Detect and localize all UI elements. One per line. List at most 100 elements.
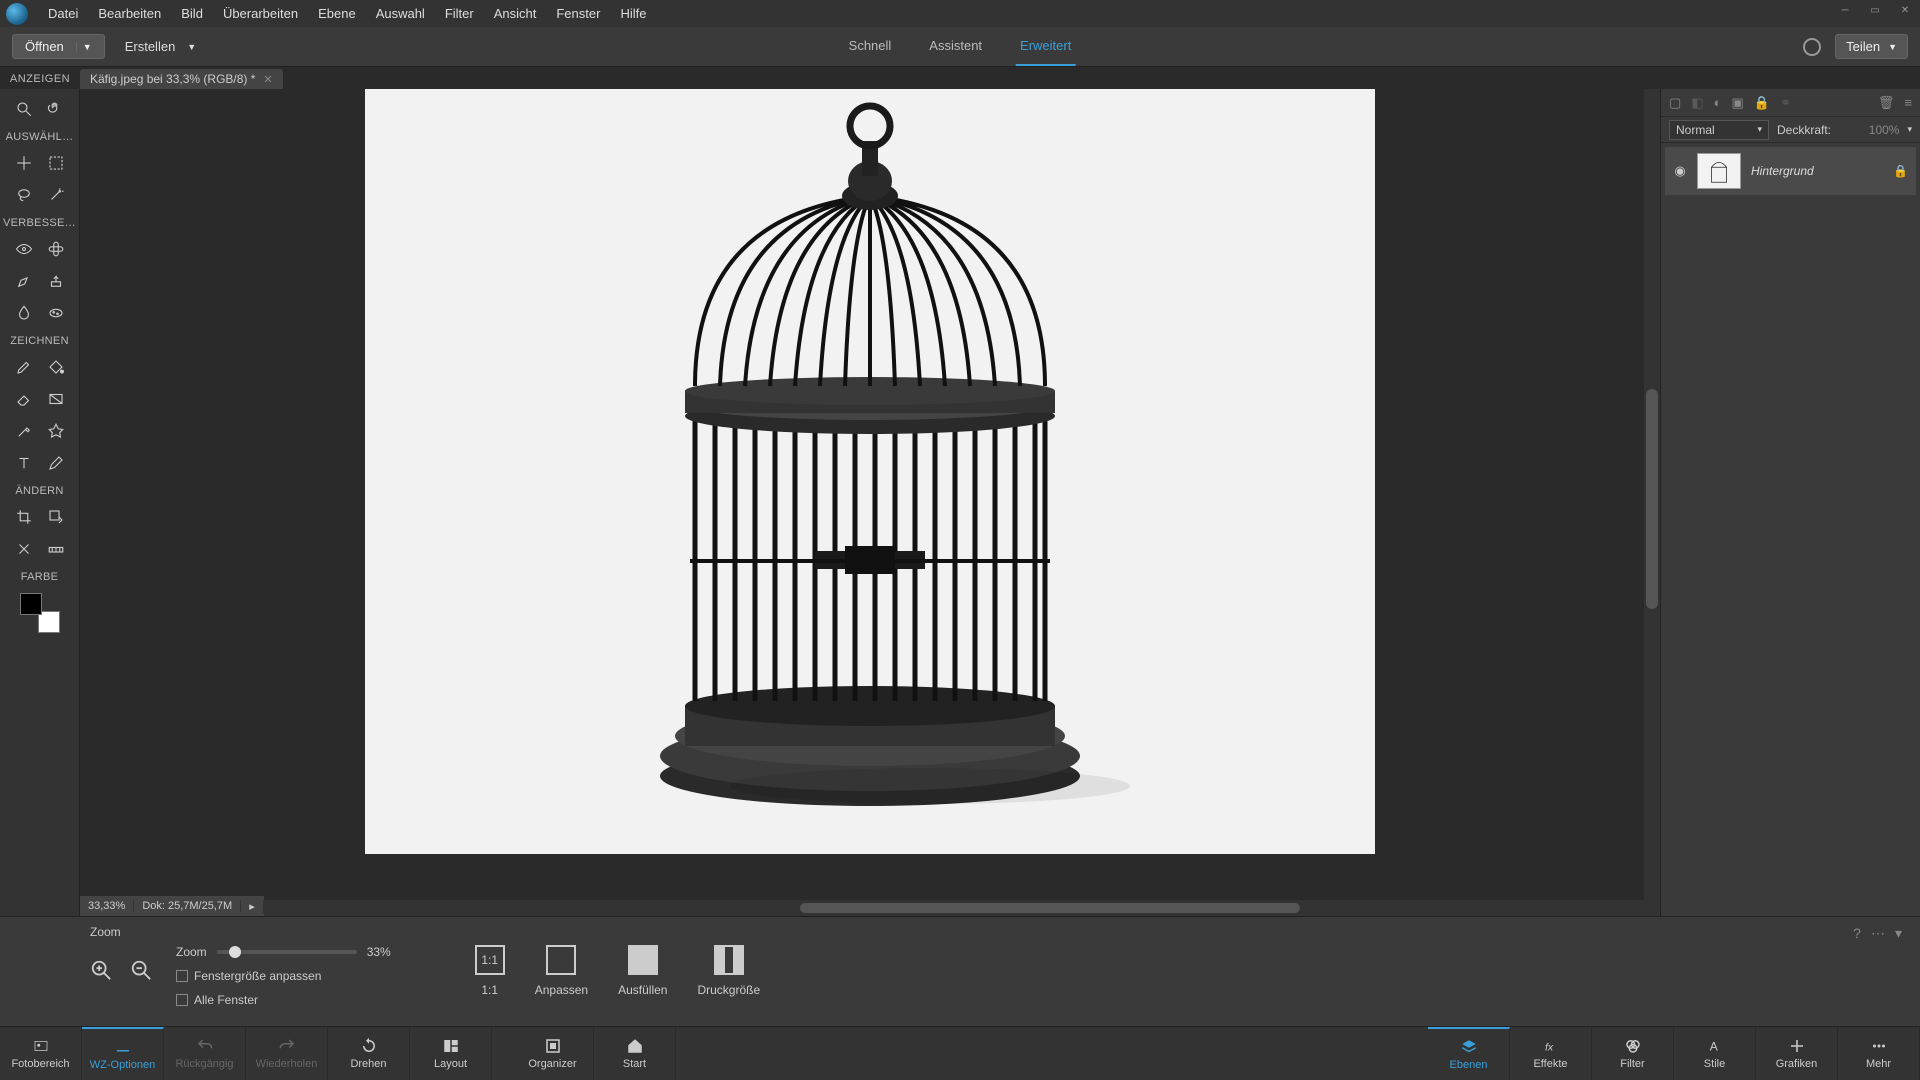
layout-button[interactable]: Layout (410, 1027, 492, 1080)
opacity-dropdown-icon[interactable]: ▾ (1907, 124, 1912, 135)
zoom-fit-button[interactable]: Anpassen (535, 945, 588, 997)
zoom-in-icon[interactable] (90, 959, 112, 981)
zoom-fill-button[interactable]: Ausfüllen (618, 945, 667, 997)
zoom-1to1-button[interactable]: 1:11:1 (475, 945, 505, 997)
zoom-slider-knob[interactable] (229, 946, 241, 958)
rotate-button[interactable]: Drehen (328, 1027, 410, 1080)
help-icon[interactable]: ? (1853, 925, 1861, 942)
theme-toggle-icon[interactable] (1803, 38, 1821, 56)
zoom-slider-label: Zoom (176, 945, 207, 959)
photo-bin-button[interactable]: Fotobereich (0, 1027, 82, 1080)
organizer-button[interactable]: Organizer (512, 1027, 594, 1080)
undo-button[interactable]: Rückgängig (164, 1027, 246, 1080)
menu-fenster[interactable]: Fenster (546, 0, 610, 27)
layer-lock-icon[interactable]: 🔒 (1893, 164, 1908, 178)
tab-quick[interactable]: Schnell (845, 27, 896, 66)
delete-layer-icon[interactable]: 🗑 (1878, 95, 1895, 111)
shape-tool-icon[interactable] (43, 418, 69, 444)
open-dropdown-icon[interactable]: ▼ (76, 42, 92, 52)
maximize-icon[interactable]: ▭ (1860, 0, 1890, 20)
fit-window-checkbox[interactable]: Fenstergröße anpassen (176, 969, 391, 983)
move-tool-icon[interactable] (11, 150, 37, 176)
pencil-tool-icon[interactable] (43, 450, 69, 476)
options-collapse-icon[interactable]: ▾ (1895, 925, 1902, 942)
horizontal-scrollbar-thumb[interactable] (800, 903, 1300, 913)
mask-icon[interactable]: ▣ (1731, 95, 1743, 111)
effects-panel-button[interactable]: fxEffekte (1510, 1027, 1592, 1080)
layers-panel-button[interactable]: Ebenen (1428, 1027, 1510, 1080)
tool-options-button[interactable]: WZ-Optionen (82, 1027, 164, 1080)
content-aware-tool-icon[interactable] (11, 536, 37, 562)
graphics-panel-button[interactable]: Grafiken (1756, 1027, 1838, 1080)
zoom-slider[interactable] (217, 950, 357, 954)
tool-section-modify: ÄNDERN (15, 485, 63, 497)
create-button[interactable]: Erstellen ▼ (125, 39, 197, 54)
hand-tool-icon[interactable] (43, 96, 69, 122)
filters-panel-button[interactable]: Filter (1592, 1027, 1674, 1080)
horizontal-scrollbar[interactable]: 33,33% Dok: 25,7M/25,7M ▸ (80, 900, 1660, 916)
blend-mode-select[interactable]: Normal ▾ (1669, 120, 1769, 140)
zoom-print-button[interactable]: Druckgröße (697, 945, 760, 997)
menu-bearbeiten[interactable]: Bearbeiten (88, 0, 171, 27)
foreground-swatch[interactable] (20, 593, 42, 615)
status-arrow-icon[interactable]: ▸ (241, 900, 264, 913)
layer-row[interactable]: ◉ Hintergrund 🔒 (1665, 147, 1916, 195)
tab-expert[interactable]: Erweitert (1016, 27, 1075, 66)
redo-button[interactable]: Wiederholen (246, 1027, 328, 1080)
menu-ebene[interactable]: Ebene (308, 0, 366, 27)
open-button[interactable]: Öffnen ▼ (12, 34, 105, 59)
share-button[interactable]: Teilen ▼ (1835, 34, 1908, 59)
spot-heal-tool-icon[interactable] (43, 236, 69, 262)
zoom-tool-icon[interactable] (11, 96, 37, 122)
lasso-tool-icon[interactable] (11, 182, 37, 208)
zoom-out-icon[interactable] (130, 959, 152, 981)
document-canvas[interactable] (365, 89, 1375, 854)
crop-tool-icon[interactable] (11, 504, 37, 530)
more-panel-button[interactable]: Mehr (1838, 1027, 1920, 1080)
tab-guided[interactable]: Assistent (925, 27, 986, 66)
minimize-icon[interactable]: ─ (1830, 0, 1860, 20)
marquee-tool-icon[interactable] (43, 150, 69, 176)
document-tab-close-icon[interactable]: ✕ (263, 73, 272, 86)
menu-auswahl[interactable]: Auswahl (366, 0, 435, 27)
home-button[interactable]: Start (594, 1027, 676, 1080)
recompose-tool-icon[interactable] (43, 504, 69, 530)
eraser-tool-icon[interactable] (11, 386, 37, 412)
menu-filter[interactable]: Filter (435, 0, 484, 27)
eyedropper-tool-icon[interactable] (11, 418, 37, 444)
new-layer-icon[interactable]: ▢ (1669, 95, 1681, 111)
blur-tool-icon[interactable] (11, 300, 37, 326)
close-icon[interactable]: ✕ (1890, 0, 1920, 20)
window-controls: ─ ▭ ✕ (1830, 0, 1920, 20)
smart-brush-tool-icon[interactable] (11, 268, 37, 294)
styles-panel-button[interactable]: AStile (1674, 1027, 1756, 1080)
adjustment-layer-icon[interactable]: ◐ (1714, 95, 1722, 111)
menu-bild[interactable]: Bild (171, 0, 213, 27)
panel-menu-icon[interactable]: ≡ (1904, 95, 1912, 111)
sponge-tool-icon[interactable] (43, 300, 69, 326)
brush-tool-icon[interactable] (11, 354, 37, 380)
layer-group-icon[interactable]: ◧ (1691, 95, 1703, 111)
eye-tool-icon[interactable] (11, 236, 37, 262)
gradient-tool-icon[interactable] (43, 386, 69, 412)
straighten-tool-icon[interactable] (43, 536, 69, 562)
lock-layer-icon[interactable]: 🔒 (1754, 95, 1770, 111)
clone-stamp-tool-icon[interactable] (43, 268, 69, 294)
layer-visibility-icon[interactable]: ◉ (1673, 163, 1687, 179)
document-tab[interactable]: Käfig.jpeg bei 33,3% (RGB/8) * ✕ (80, 69, 283, 89)
paint-bucket-tool-icon[interactable] (43, 354, 69, 380)
magic-wand-tool-icon[interactable] (43, 182, 69, 208)
menu-ueberarbeiten[interactable]: Überarbeiten (213, 0, 308, 27)
bottom-bar: Fotobereich WZ-Optionen Rückgängig Wiede… (0, 1026, 1920, 1080)
color-swatches[interactable] (20, 593, 60, 633)
vertical-scrollbar[interactable] (1644, 89, 1660, 900)
text-tool-icon[interactable] (11, 450, 37, 476)
link-layer-icon[interactable]: ⚭ (1780, 95, 1791, 111)
menu-ansicht[interactable]: Ansicht (484, 0, 547, 27)
menu-datei[interactable]: Datei (38, 0, 88, 27)
all-windows-checkbox[interactable]: Alle Fenster (176, 993, 391, 1007)
menu-hilfe[interactable]: Hilfe (610, 0, 656, 27)
options-menu-icon[interactable]: ⋯ (1871, 925, 1885, 942)
layer-thumbnail[interactable] (1697, 153, 1741, 189)
vertical-scrollbar-thumb[interactable] (1646, 389, 1658, 609)
